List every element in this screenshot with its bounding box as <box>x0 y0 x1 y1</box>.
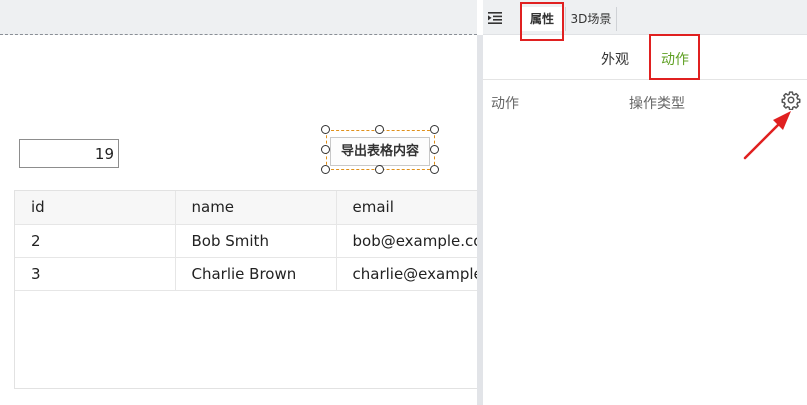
table-cell: charlie@example.com <box>336 257 477 291</box>
column-label-action: 动作 <box>491 96 519 112</box>
design-canvas: 19 导出表格内容 id name email 2 Bob Smith bob@… <box>0 0 477 405</box>
table-cell: bob@example.com <box>336 224 477 258</box>
table-row[interactable]: 2 Bob Smith bob@example.com <box>15 224 477 258</box>
resize-handle[interactable] <box>375 165 384 174</box>
panel-tab-bar: 属性 3D场景 <box>483 0 807 41</box>
gear-icon[interactable] <box>781 90 801 110</box>
tab-3d-scene[interactable]: 3D场景 <box>565 7 617 31</box>
resize-handle[interactable] <box>430 165 439 174</box>
column-header-email[interactable]: email <box>336 191 477 225</box>
table-cell: Charlie Brown <box>175 257 337 291</box>
annotation-arrow-icon <box>743 111 791 160</box>
column-header-name[interactable]: name <box>175 191 337 225</box>
export-table-button[interactable]: 导出表格内容 <box>330 137 430 166</box>
resize-handle[interactable] <box>321 145 330 154</box>
table-header-row: id name email <box>15 191 477 225</box>
resize-handle[interactable] <box>321 125 330 134</box>
resize-handle[interactable] <box>430 125 439 134</box>
property-panel: 属性 3D场景 外观 动作 动作 操作类型 <box>483 0 807 405</box>
sub-tab-bar: 外观 动作 <box>483 35 807 80</box>
subtab-appearance[interactable]: 外观 <box>601 49 629 69</box>
resize-handle[interactable] <box>321 165 330 174</box>
table-row[interactable]: 3 Charlie Brown charlie@example.com <box>15 257 477 291</box>
resize-handle[interactable] <box>430 145 439 154</box>
number-input[interactable]: 19 <box>19 139 119 168</box>
canvas-toolbar <box>0 0 477 35</box>
column-header-id[interactable]: id <box>15 191 176 225</box>
resize-handle[interactable] <box>375 125 384 134</box>
highlight-box <box>649 34 700 80</box>
table-cell: 2 <box>15 224 176 258</box>
column-label-operation-type: 操作类型 <box>629 96 685 112</box>
table-cell: 3 <box>15 257 176 291</box>
table-cell: Bob Smith <box>175 224 337 258</box>
data-table: id name email 2 Bob Smith bob@example.co… <box>14 190 477 389</box>
collapse-panel-icon[interactable] <box>488 11 502 25</box>
